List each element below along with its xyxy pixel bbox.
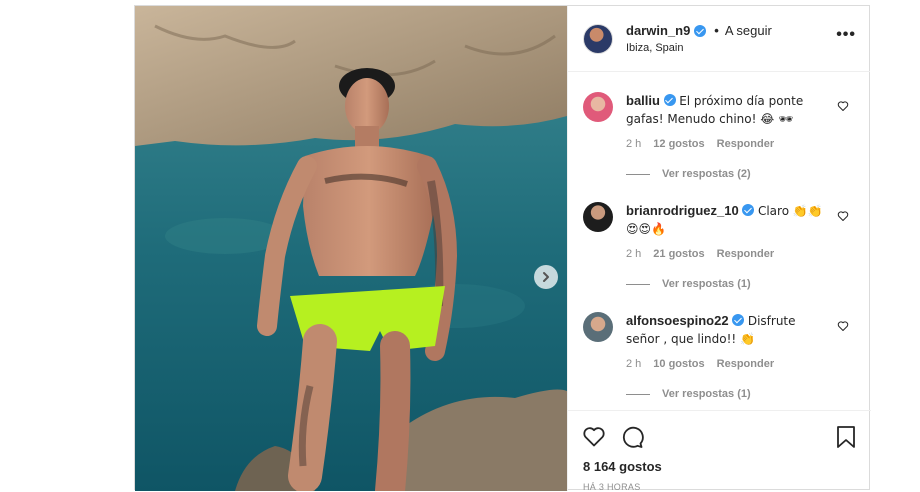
verified-badge-icon (663, 94, 676, 106)
view-replies[interactable]: Ver respostas (2) (626, 168, 751, 180)
view-replies-label[interactable]: Ver respostas (1) (662, 278, 751, 290)
comment-time[interactable]: 2 h (626, 138, 641, 150)
comment-meta: 2 h 21 gostos Responder (626, 248, 774, 260)
post-header: darwin_n9 • A seguir Ibiza, Spain ••• (568, 6, 870, 72)
chevron-right-icon (543, 272, 549, 282)
more-options-icon[interactable]: ••• (836, 27, 856, 43)
comment-item: brianrodriguez_10 Claro 👏👏 😍😍🔥 2 h 21 go… (568, 182, 871, 292)
post-side-panel: darwin_n9 • A seguir Ibiza, Spain ••• ba… (567, 6, 871, 492)
reply-button[interactable]: Responder (717, 138, 774, 150)
author-username[interactable]: darwin_n9 (626, 23, 690, 38)
comment-likes[interactable]: 21 gostos (653, 248, 704, 260)
verified-badge-icon (694, 24, 707, 37)
replies-line (626, 283, 650, 285)
post-location[interactable]: Ibiza, Spain (626, 42, 683, 54)
comment-meta: 2 h 10 gostos Responder (626, 358, 774, 370)
next-photo-button[interactable] (534, 265, 558, 289)
commenter-username[interactable]: alfonsoespino22 (626, 313, 729, 328)
comment-text: brianrodriguez_10 Claro 👏👏 😍😍🔥 (626, 202, 826, 238)
post-timestamp[interactable]: HÁ 3 HORAS (583, 482, 641, 492)
view-replies[interactable]: Ver respostas (1) (626, 388, 751, 400)
commenter-avatar[interactable] (583, 92, 613, 122)
post-photo-illustration (135, 6, 567, 491)
heart-icon[interactable] (837, 210, 849, 222)
comment-likes[interactable]: 12 gostos (653, 138, 704, 150)
bookmark-icon[interactable] (835, 425, 857, 449)
reply-button[interactable]: Responder (717, 358, 774, 370)
comment-icon[interactable] (620, 425, 644, 449)
comment-text: alfonsoespino22 Disfrute señor , que lin… (626, 312, 826, 348)
heart-icon[interactable] (837, 100, 849, 112)
commenter-username[interactable]: balliu (626, 93, 660, 108)
action-icons (582, 425, 644, 449)
likes-count[interactable]: 8 164 gostos (583, 459, 662, 474)
author-avatar[interactable] (583, 24, 613, 54)
instagram-post: darwin_n9 • A seguir Ibiza, Spain ••• ba… (134, 5, 871, 492)
view-replies[interactable]: Ver respostas (1) (626, 278, 751, 290)
commenter-username[interactable]: brianrodriguez_10 (626, 203, 739, 218)
heart-icon[interactable] (582, 425, 606, 449)
comments-list[interactable]: balliu El próximo día ponte gafas! Menud… (568, 72, 871, 410)
comment-text: balliu El próximo día ponte gafas! Menud… (626, 92, 826, 128)
heart-icon[interactable] (837, 320, 849, 332)
view-replies-label[interactable]: Ver respostas (1) (662, 388, 751, 400)
reply-button[interactable]: Responder (717, 248, 774, 260)
post-photo[interactable] (135, 6, 567, 491)
follow-button[interactable]: A seguir (725, 23, 772, 38)
commenter-avatar[interactable] (583, 202, 613, 232)
commenter-avatar[interactable] (583, 312, 613, 342)
author-line: darwin_n9 • A seguir (626, 23, 772, 38)
verified-badge-icon (732, 314, 745, 326)
comment-likes[interactable]: 10 gostos (653, 358, 704, 370)
replies-line (626, 393, 650, 395)
comment-time[interactable]: 2 h (626, 358, 641, 370)
comment-meta: 2 h 12 gostos Responder (626, 138, 774, 150)
comment-item: alfonsoespino22 Disfrute señor , que lin… (568, 292, 871, 402)
verified-badge-icon (742, 204, 755, 216)
separator-dot: • (714, 23, 719, 38)
comment-time[interactable]: 2 h (626, 248, 641, 260)
view-replies-label[interactable]: Ver respostas (2) (662, 168, 751, 180)
replies-line (626, 173, 650, 175)
post-actions: 8 164 gostos HÁ 3 HORAS (568, 410, 871, 492)
comment-item: balliu El próximo día ponte gafas! Menud… (568, 72, 871, 182)
